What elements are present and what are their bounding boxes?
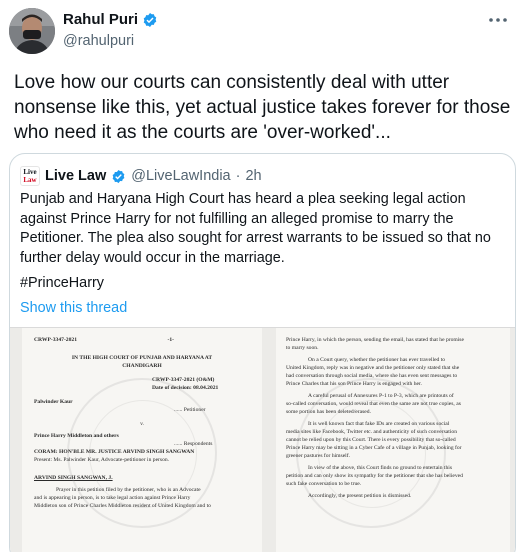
avatar-image — [9, 8, 55, 54]
court-seal-watermark — [296, 378, 446, 528]
case-number: CRWP-3347-2021 — [34, 337, 77, 343]
verified-badge-icon — [112, 169, 125, 183]
author-handle[interactable]: @rahulpuri — [63, 33, 134, 49]
author-name[interactable]: Rahul Puri — [63, 11, 138, 28]
court-title: IN THE HIGH COURT OF PUNJAB AND HARYANA … — [71, 355, 213, 361]
quoted-tweet-header: Live Law Live Law @LiveLawIndia · 2h — [20, 166, 262, 186]
quoted-tweet[interactable]: Live Law Live Law @LiveLawIndia · 2h Pun… — [9, 153, 516, 552]
judgment-line: United Kingdom, reply was in negative an… — [286, 365, 460, 371]
hashtag-link[interactable]: #PrinceHarry — [20, 275, 104, 291]
judgment-line: to marry soon. — [286, 345, 319, 351]
livelaw-logo: Live Law — [20, 166, 40, 186]
quoted-tweet-text: Punjab and Haryana High Court has heard … — [20, 191, 491, 266]
avatar[interactable] — [9, 8, 55, 54]
court-seal-watermark — [67, 378, 217, 528]
page-number: -1- — [167, 337, 174, 343]
document-page-left: CRWP-3347-2021 -1- IN THE HIGH COURT OF … — [22, 328, 262, 552]
tweet: Rahul Puri @rahulpuri Love how our court… — [0, 0, 521, 552]
judgment-line: had conversation through social media, w… — [286, 373, 458, 379]
quoted-author-name[interactable]: Live Law — [45, 168, 106, 184]
show-thread-link[interactable]: Show this thread — [20, 300, 127, 316]
court-location: CHANDIGARH — [122, 363, 162, 369]
verified-badge-icon — [143, 12, 157, 27]
quoted-author-handle[interactable]: @LiveLawIndia — [131, 168, 230, 184]
more-options-icon[interactable] — [483, 10, 513, 30]
document-page-right: Prince Harry, in which the person, sendi… — [276, 328, 510, 552]
tweet-text: Love how our courts can consistently dea… — [14, 72, 511, 143]
separator-dot: · — [235, 168, 241, 184]
court-order-image[interactable]: CRWP-3347-2021 -1- IN THE HIGH COURT OF … — [10, 327, 515, 552]
author-name-row: Rahul Puri — [63, 11, 158, 28]
judgment-line: Prince Harry, in which the person, sendi… — [286, 337, 464, 343]
quoted-timestamp[interactable]: 2h — [245, 168, 261, 184]
judgment-line: On a Court query, whether the petitioner… — [308, 357, 446, 363]
